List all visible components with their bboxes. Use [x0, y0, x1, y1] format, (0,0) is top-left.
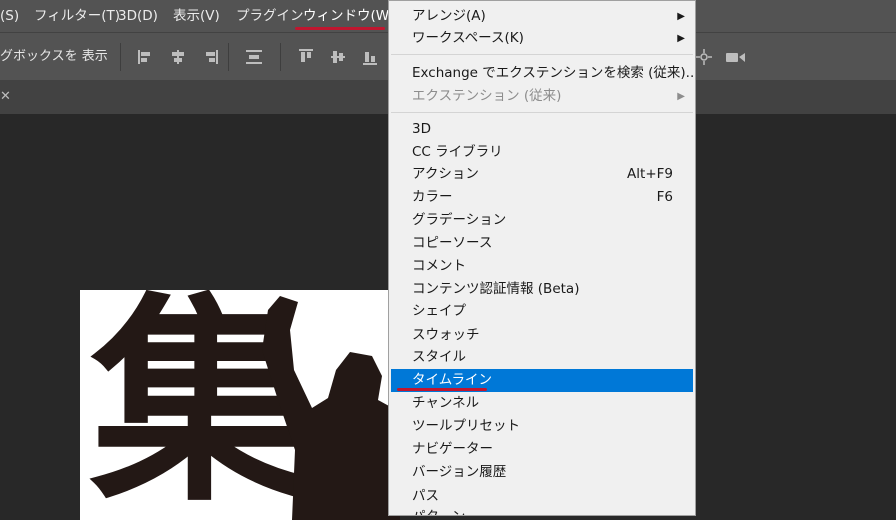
show-transform-controls-label[interactable]: グボックスを 表示 [0, 33, 108, 80]
menu-item-paths[interactable]: パス [391, 485, 693, 508]
menu-item-patterns[interactable]: パターン [391, 506, 693, 515]
menu-filter[interactable]: フィルター(T) [34, 0, 120, 32]
3d-orbit-icon[interactable] [694, 47, 714, 67]
menu-item-navigator[interactable]: ナビゲーター [391, 438, 693, 461]
align-left-icon[interactable] [136, 47, 156, 67]
separator [228, 43, 229, 71]
timeline-annotation-underline [397, 388, 487, 391]
align-top-icon[interactable] [296, 47, 316, 67]
menu-item-label: コピーソース [412, 235, 493, 251]
menu-item-label: ツールプリセット [412, 418, 520, 434]
menu-item-label: コンテンツ認証情報 (Beta) [412, 281, 580, 297]
menu-select[interactable]: (S) [0, 0, 19, 32]
menu-plugins[interactable]: プラグイン [236, 0, 304, 32]
menu-separator [391, 54, 693, 55]
align-right-icon[interactable] [200, 47, 220, 67]
menu-item-shapes[interactable]: シェイプ [391, 300, 693, 323]
align-vertical-center-icon[interactable] [328, 47, 348, 67]
menu-item-exchange-search[interactable]: Exchange でエクステンションを検索 (従来)... [391, 62, 696, 85]
submenu-arrow-icon: ▶ [677, 11, 685, 22]
menu-item-styles[interactable]: スタイル [391, 346, 693, 369]
align-horizontal-center-icon[interactable] [168, 47, 188, 67]
menu-item-label: CC ライブラリ [412, 144, 503, 160]
separator [120, 43, 121, 71]
menu-item-label: コメント [412, 258, 466, 274]
menu-item-version-history[interactable]: バージョン履歴 [391, 461, 693, 484]
menu-item-gradients[interactable]: グラデーション [391, 209, 693, 232]
menu-item-label: スウォッチ [412, 327, 480, 343]
separator [280, 43, 281, 71]
menu-item-label: 3D [412, 121, 431, 137]
menu-item-label: バージョン履歴 [412, 464, 507, 480]
shortcut-label: F6 [656, 189, 673, 205]
menu-item-label: エクステンション (従来) [412, 88, 562, 104]
menu-item-label: Exchange でエクステンションを検索 (従来)... [412, 65, 696, 81]
menu-item-swatches[interactable]: スウォッチ [391, 324, 693, 347]
menu-item-channels[interactable]: チャンネル [391, 392, 693, 415]
menu-item-label: パス [412, 488, 439, 504]
menu-item-label: パターン [412, 506, 465, 515]
menu-item-color[interactable]: カラー F6 [391, 186, 693, 209]
distribute-icon[interactable] [244, 47, 264, 67]
menu-item-tool-presets[interactable]: ツールプリセット [391, 415, 693, 438]
menu-item-extensions-legacy: エクステンション (従来) ▶ [391, 85, 693, 108]
menu-item-label: チャンネル [412, 395, 480, 411]
video-camera-icon[interactable] [724, 47, 745, 67]
menu-item-workspace[interactable]: ワークスペース(K) ▶ [391, 27, 693, 50]
menu-separator [391, 112, 693, 113]
menu-item-label: アレンジ(A) [412, 8, 486, 24]
menu-item-clone-source[interactable]: コピーソース [391, 232, 693, 255]
menu-item-cc-libraries[interactable]: CC ライブラリ [391, 141, 693, 164]
submenu-arrow-icon: ▶ [677, 33, 685, 44]
menu-item-comments[interactable]: コメント [391, 255, 693, 278]
menu-3d[interactable]: 3D(D) [118, 0, 158, 32]
shortcut-label: Alt+F9 [627, 166, 673, 182]
menu-item-content-credentials[interactable]: コンテンツ認証情報 (Beta) [391, 278, 693, 301]
align-bottom-icon[interactable] [360, 47, 380, 67]
menu-item-label: スタイル [412, 349, 466, 365]
silhouette-figure [262, 296, 400, 520]
window-menu-dropdown: アレンジ(A) ▶ ワークスペース(K) ▶ Exchange でエクステンショ… [388, 0, 696, 516]
menu-item-3d[interactable]: 3D [391, 118, 693, 141]
submenu-arrow-icon: ▶ [677, 91, 685, 102]
menu-item-label: ナビゲーター [412, 441, 493, 457]
menu-item-label: グラデーション [412, 212, 507, 228]
menu-view[interactable]: 表示(V) [173, 0, 220, 32]
menu-item-label: ワークスペース(K) [412, 30, 524, 46]
menu-item-label: アクション [412, 166, 479, 182]
menu-item-label: シェイプ [412, 303, 466, 319]
close-icon[interactable]: ✕ [0, 89, 11, 105]
window-menu-annotation-underline [295, 27, 385, 30]
menu-item-actions[interactable]: アクション Alt+F9 [391, 163, 693, 186]
menu-item-arrange[interactable]: アレンジ(A) ▶ [391, 5, 693, 28]
document-canvas[interactable]: 集 [80, 290, 400, 520]
menu-item-label: カラー [412, 189, 453, 205]
